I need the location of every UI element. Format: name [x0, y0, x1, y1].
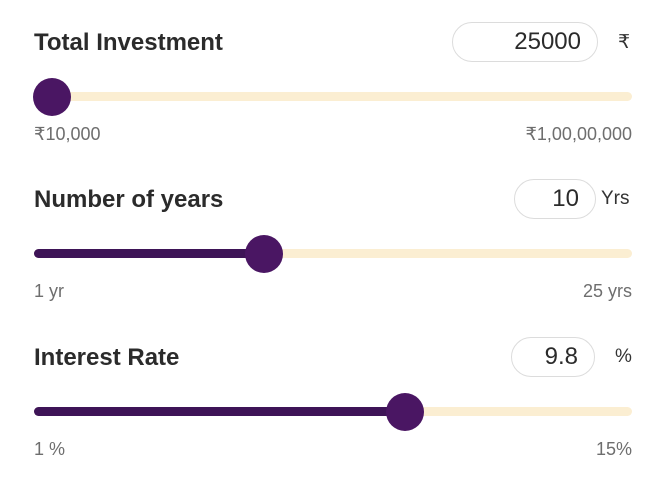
- years-min-label: 1 yr: [34, 281, 65, 301]
- interest-label: Interest Rate: [34, 344, 180, 371]
- interest-unit: %: [615, 346, 632, 367]
- investment-input[interactable]: 25000: [452, 22, 598, 62]
- years-slider-fill: [34, 249, 265, 258]
- years-section: Number of years 10 Yrs 1 yr 25 yrs: [0, 157, 654, 307]
- investment-label: Total Investment: [34, 29, 223, 56]
- investment-section: Total Investment 25000 ₹ ₹10,000 ₹1,00,0…: [0, 0, 654, 150]
- years-input[interactable]: 10: [514, 179, 596, 219]
- years-unit: Yrs: [601, 188, 630, 209]
- years-label: Number of years: [34, 186, 224, 213]
- investment-slider-track[interactable]: [32, 78, 632, 116]
- years-slider-thumb[interactable]: [245, 235, 284, 273]
- investment-slider-thumb[interactable]: [32, 78, 71, 116]
- interest-slider-fill: [34, 407, 405, 416]
- years-slider-track[interactable]: [34, 235, 632, 273]
- years-max-label: 25 yrs: [582, 281, 632, 301]
- interest-input[interactable]: 9.8: [511, 337, 595, 377]
- interest-min-label: 1 %: [34, 439, 66, 459]
- investment-max-label: ₹1,00,00,000: [525, 124, 632, 144]
- investment-unit: ₹: [618, 32, 631, 53]
- interest-slider-track[interactable]: [34, 393, 632, 431]
- interest-slider-thumb[interactable]: [385, 393, 424, 431]
- interest-section: Interest Rate 9.8 % 1 % 15%: [0, 315, 654, 465]
- interest-max-label: 15%: [595, 439, 632, 459]
- investment-min-label: ₹10,000: [34, 124, 101, 144]
